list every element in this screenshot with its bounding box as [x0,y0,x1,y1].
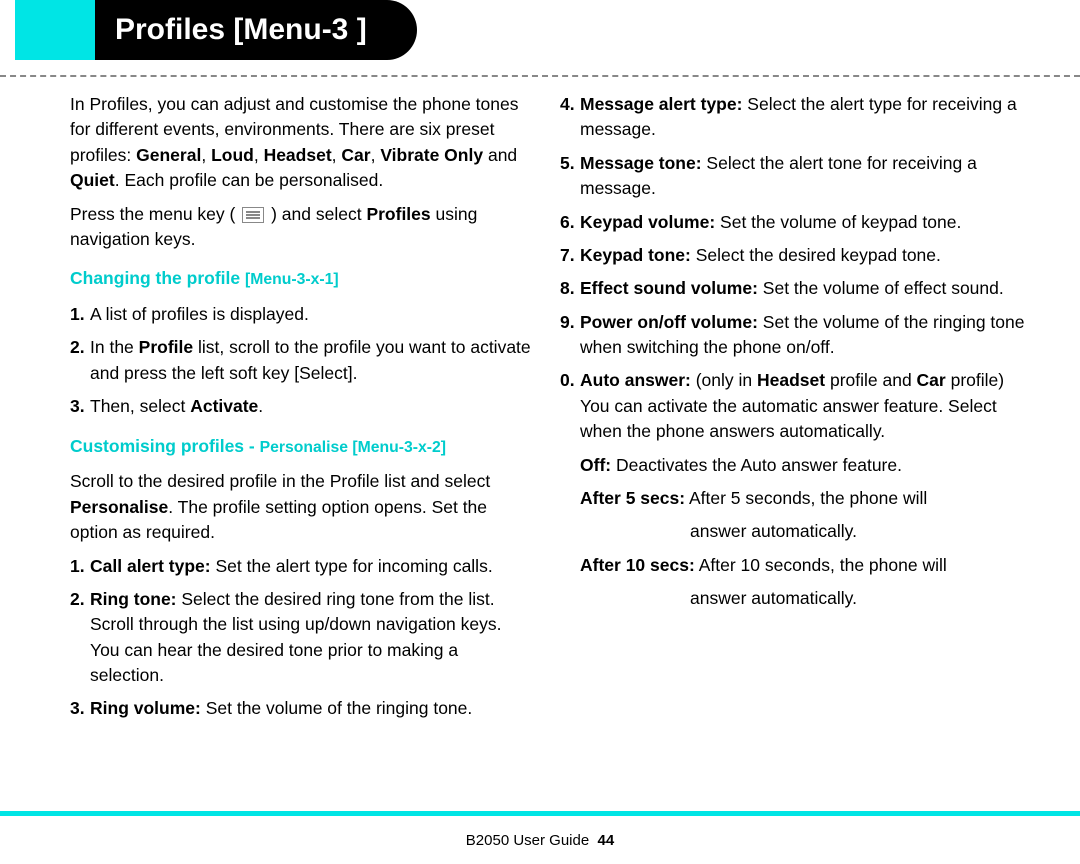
list-item: 4.Message alert type: Select the alert t… [560,92,1025,143]
preset-quiet: Quiet [70,170,115,190]
list-number: 3. [70,696,85,721]
list-number: 4. [560,92,575,117]
list-number: 2. [70,335,85,360]
preset-loud: Loud [211,145,254,165]
column-right: 4.Message alert type: Select the alert t… [560,92,1050,730]
content-area: In Profiles, you can adjust and customis… [0,92,1080,730]
list-item: 9.Power on/off volume: Set the volume of… [560,310,1025,361]
list-item: 5.Message tone: Select the alert tone fo… [560,151,1025,202]
label: After 5 secs: [580,488,685,508]
page-title: Profiles [Menu-3 ] [95,0,417,60]
list-item: 3.Then, select Activate. [70,394,535,419]
preset-vibrate: Vibrate Only [380,145,483,165]
text: Set the volume of keypad tone. [715,212,961,232]
profiles-bold: Profiles [366,204,430,224]
text: Set the volume of the ringing tone. [201,698,472,718]
bold: Personalise [70,497,168,517]
heading-sub: Personalise [260,439,353,456]
label: Power on/off volume: [580,312,758,332]
bold: Headset [757,370,825,390]
text: Set the volume of effect sound. [758,278,1004,298]
list-item: 6.Keypad volume: Set the volume of keypa… [560,210,1025,235]
label: Auto answer: [580,370,691,390]
section-heading-customising: Customising profiles - Personalise [Menu… [70,434,535,460]
preset-headset: Headset [264,145,332,165]
list-item: 8.Effect sound volume: Set the volume of… [560,276,1025,301]
text: Press the menu key ( [70,204,235,224]
sub-item-after10: After 10 secs: After 10 seconds, the pho… [560,553,1025,578]
list-item: 2.Ring tone: Select the desired ring ton… [70,587,535,689]
list-number: 1. [70,302,85,327]
text: Set the alert type for incoming calls. [211,556,493,576]
list-number: 2. [70,587,85,612]
text: Scroll to the desired profile in the Pro… [70,471,490,491]
footer-stripe [0,811,1080,816]
text: Deactivates the Auto answer feature. [611,455,902,475]
list-number: 5. [560,151,575,176]
sub-item-after5: After 5 secs: After 5 seconds, the phone… [560,486,1025,511]
label: Ring tone: [90,589,177,609]
text: . Each profile can be personalised. [115,170,384,190]
sub-item-off: Off: Deactivates the Auto answer feature… [560,453,1025,478]
text: After 5 seconds, the phone will [685,488,927,508]
list-number: 7. [560,243,575,268]
label: Message alert type: [580,94,742,114]
header-accent [15,0,95,60]
bold: Activate [190,396,258,416]
label: Call alert type: [90,556,211,576]
preset-general: General [136,145,201,165]
list-number: 1. [70,554,85,579]
text: Then, select [90,396,190,416]
label: Off: [580,455,611,475]
bold: Profile [139,337,193,357]
list-number: 3. [70,394,85,419]
intro-paragraph-2: Press the menu key ( ) and select Profil… [70,202,535,253]
text: (only in [691,370,757,390]
intro-paragraph-1: In Profiles, you can adjust and customis… [70,92,535,194]
text: Select the desired keypad tone. [691,245,941,265]
text: profile and [825,370,916,390]
list-number: 0. [560,368,575,393]
list-item: 1.A list of profiles is displayed. [70,302,535,327]
bold: Car [917,370,946,390]
list-item: 1.Call alert type: Set the alert type fo… [70,554,535,579]
label: Message tone: [580,153,702,173]
label: Ring volume: [90,698,201,718]
text: After 10 seconds, the phone will [695,555,947,575]
label: Effect sound volume: [580,278,758,298]
list-number: 6. [560,210,575,235]
heading-code: [Menu-3-x-1] [245,271,339,288]
page-header: Profiles [Menu-3 ] [0,0,1080,60]
section-heading-changing: Changing the profile [Menu-3-x-1] [70,266,535,292]
label: Keypad tone: [580,245,691,265]
list-item: 7.Keypad tone: Select the desired keypad… [560,243,1025,268]
preset-car: Car [341,145,370,165]
heading-code: [Menu-3-x-2] [352,439,446,456]
text: ) and select [271,204,366,224]
list-item: 0.Auto answer: (only in Headset profile … [560,368,1025,444]
text: A list of profiles is displayed. [90,304,309,324]
list-number: 8. [560,276,575,301]
header-divider [0,75,1080,77]
list-number: 9. [560,310,575,335]
page-number: 44 [598,832,615,849]
list-item: 2.In the Profile list, scroll to the pro… [70,335,535,386]
sub-item-after10-cont: answer automatically. [560,586,1025,611]
label: Keypad volume: [580,212,715,232]
heading-text: Customising profiles - [70,436,260,456]
column-left: In Profiles, you can adjust and customis… [70,92,560,730]
menu-key-icon [242,207,264,223]
guide-name: B2050 User Guide [466,832,589,849]
sub-item-after5-cont: answer automatically. [560,519,1025,544]
text: . [258,396,263,416]
label: After 10 secs: [580,555,695,575]
heading-text: Changing the profile [70,268,245,288]
text: In the [90,337,139,357]
page-footer: B2050 User Guide 44 [0,832,1080,849]
section2-intro: Scroll to the desired profile in the Pro… [70,469,535,545]
list-item: 3.Ring volume: Set the volume of the rin… [70,696,535,721]
